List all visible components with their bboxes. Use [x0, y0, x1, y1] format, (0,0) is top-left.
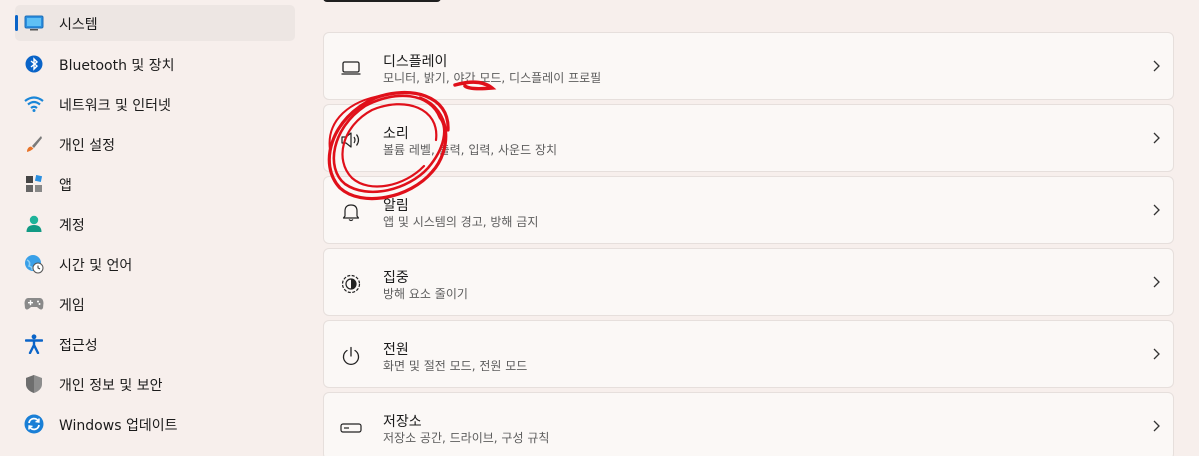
setting-subtitle: 앱 및 시스템의 경고, 방해 금지 — [383, 215, 539, 229]
globe-clock-icon — [24, 254, 44, 274]
sidebar-item-label: 계정 — [59, 218, 85, 234]
bell-icon — [340, 201, 362, 223]
sidebar-item-label: 게임 — [59, 298, 85, 314]
sidebar-item-label: 시스템 — [59, 17, 98, 33]
display-icon — [340, 57, 362, 79]
chevron-right-icon — [1153, 204, 1160, 216]
brush-icon — [24, 134, 44, 154]
chevron-right-icon — [1153, 348, 1160, 360]
setting-title: 알림 — [383, 198, 409, 214]
sidebar-item-label: Windows 업데이트 — [59, 418, 178, 434]
sidebar-item-label: 접근성 — [59, 338, 98, 354]
apps-icon — [24, 174, 44, 194]
sidebar-item-gaming[interactable]: 게임 — [15, 286, 295, 322]
bluetooth-icon — [24, 54, 44, 74]
setting-title: 디스플레이 — [383, 54, 448, 70]
shield-icon — [24, 374, 44, 394]
setting-title: 집중 — [383, 270, 409, 286]
sidebar-item-label: 앱 — [59, 178, 72, 194]
chevron-right-icon — [1153, 276, 1160, 288]
sidebar-item-label: 시간 및 언어 — [59, 258, 133, 274]
setting-subtitle: 화면 및 절전 모드, 전원 모드 — [383, 359, 528, 373]
setting-display[interactable]: 디스플레이 모니터, 밝기, 야간 모드, 디스플레이 프로필 — [323, 32, 1174, 100]
setting-sound[interactable]: 소리 볼륨 레벨, 출력, 입력, 사운드 장치 — [323, 104, 1174, 172]
setting-focus[interactable]: 집중 방해 요소 줄이기 — [323, 248, 1174, 316]
sidebar-nav: 시스템 Bluetooth 및 장치 네트워크 및 인터넷 개인 설정 앱 계정… — [0, 0, 300, 456]
focus-icon — [340, 273, 362, 295]
sidebar-item-label: 개인 정보 및 보안 — [59, 378, 163, 394]
person-icon — [24, 214, 44, 234]
gamepad-icon — [24, 294, 44, 314]
setting-power[interactable]: 전원 화면 및 절전 모드, 전원 모드 — [323, 320, 1174, 388]
sidebar-item-apps[interactable]: 앱 — [15, 166, 295, 202]
setting-title: 소리 — [383, 126, 409, 142]
sidebar-item-windows-update[interactable]: Windows 업데이트 — [15, 406, 295, 442]
sidebar-item-accessibility[interactable]: 접근성 — [15, 326, 295, 362]
setting-title: 전원 — [383, 342, 409, 358]
setting-storage[interactable]: 저장소 저장소 공간, 드라이브, 구성 규칙 — [323, 392, 1174, 456]
chevron-right-icon — [1153, 420, 1160, 432]
monitor-icon — [24, 13, 44, 33]
sidebar-item-label: 네트워크 및 인터넷 — [59, 98, 171, 114]
sidebar-item-label: 개인 설정 — [59, 138, 115, 154]
sidebar-item-label: Bluetooth 및 장치 — [59, 58, 175, 74]
storage-icon — [340, 417, 362, 439]
setting-title: 저장소 — [383, 414, 422, 430]
chevron-right-icon — [1153, 132, 1160, 144]
setting-subtitle: 볼륨 레벨, 출력, 입력, 사운드 장치 — [383, 143, 558, 157]
sidebar-item-accounts[interactable]: 계정 — [15, 206, 295, 242]
sidebar-item-system[interactable]: 시스템 — [15, 5, 295, 41]
setting-notifications[interactable]: 알림 앱 및 시스템의 경고, 방해 금지 — [323, 176, 1174, 244]
chevron-right-icon — [1153, 60, 1160, 72]
power-icon — [340, 345, 362, 367]
sidebar-item-personalization[interactable]: 개인 설정 — [15, 126, 295, 162]
sidebar-item-privacy[interactable]: 개인 정보 및 보안 — [15, 366, 295, 402]
sidebar-item-bluetooth[interactable]: Bluetooth 및 장치 — [15, 46, 295, 82]
accessibility-icon — [24, 334, 44, 354]
setting-subtitle: 모니터, 밝기, 야간 모드, 디스플레이 프로필 — [383, 71, 602, 85]
setting-subtitle: 저장소 공간, 드라이브, 구성 규칙 — [383, 431, 550, 445]
speaker-icon — [340, 129, 362, 151]
rename-button-partial[interactable] — [323, 0, 441, 2]
sync-icon — [24, 414, 44, 434]
sidebar-item-time-language[interactable]: 시간 및 언어 — [15, 246, 295, 282]
settings-window: 시스템 Bluetooth 및 장치 네트워크 및 인터넷 개인 설정 앱 계정… — [0, 0, 1199, 456]
selection-indicator — [15, 15, 18, 31]
setting-subtitle: 방해 요소 줄이기 — [383, 287, 468, 301]
sidebar-item-network[interactable]: 네트워크 및 인터넷 — [15, 86, 295, 122]
wifi-icon — [24, 94, 44, 114]
